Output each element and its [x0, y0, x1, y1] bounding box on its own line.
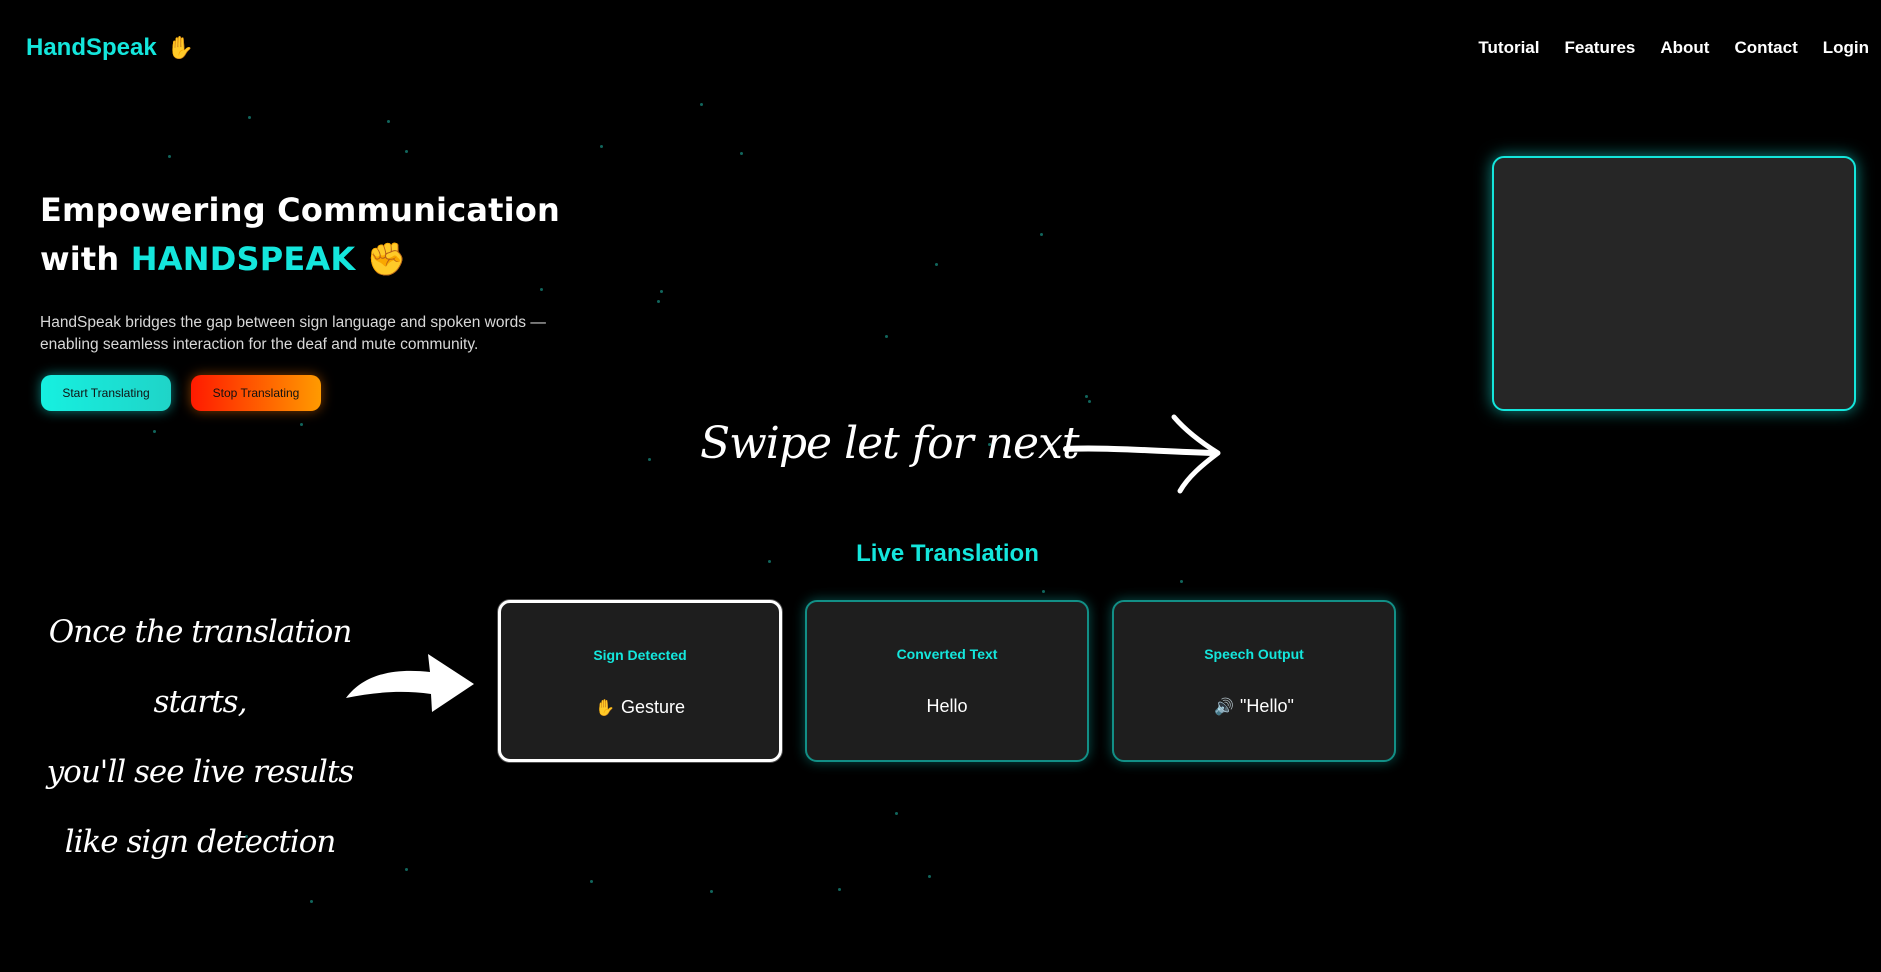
- star-dot: [1040, 233, 1043, 236]
- page: HandSpeak ✋ Tutorial Features About Cont…: [0, 0, 1881, 972]
- converted-text-card: Converted Text Hello: [805, 600, 1089, 762]
- card-value-text: "Hello": [1240, 696, 1294, 716]
- hero-title-prefix: with: [40, 240, 120, 278]
- curved-arrow-icon: [346, 654, 474, 712]
- camera-preview: [1492, 156, 1856, 411]
- results-annotation-line1: Once the translation starts,: [48, 614, 353, 720]
- sign-detected-card: Sign Detected ✋ Gesture: [498, 600, 782, 762]
- stop-translating-button[interactable]: Stop Translating: [191, 375, 321, 411]
- star-dot: [710, 890, 713, 893]
- live-translation-title: Live Translation: [856, 540, 1039, 567]
- swipe-annotation: Swipe let for next: [700, 418, 1080, 469]
- card-label: Sign Detected: [593, 647, 687, 663]
- brand-logo[interactable]: HandSpeak ✋: [26, 34, 194, 62]
- star-dot: [153, 430, 156, 433]
- star-dot: [600, 145, 603, 148]
- star-dot: [248, 116, 251, 119]
- nav-about[interactable]: About: [1660, 38, 1709, 58]
- nav-bar: Tutorial Features About Contact Login: [1478, 38, 1869, 58]
- star-dot: [838, 888, 841, 891]
- hero-description: HandSpeak bridges the gap between sign l…: [40, 312, 600, 356]
- nav-features[interactable]: Features: [1564, 38, 1635, 58]
- star-dot: [700, 103, 703, 106]
- star-dot: [405, 150, 408, 153]
- hero-title-accent: HANDSPEAK: [130, 240, 356, 278]
- star-dot: [387, 120, 390, 123]
- speaker-icon: 🔊: [1214, 698, 1235, 716]
- star-dot: [1042, 590, 1045, 593]
- star-dot: [935, 263, 938, 266]
- results-annotation-line2: you'll see live results: [46, 754, 355, 790]
- card-value-text: Hello: [926, 696, 968, 716]
- star-dot: [1180, 580, 1183, 583]
- star-dot: [740, 152, 743, 155]
- nav-tutorial[interactable]: Tutorial: [1478, 38, 1539, 58]
- nav-contact[interactable]: Contact: [1734, 38, 1797, 58]
- star-dot: [540, 288, 543, 291]
- star-dot: [310, 900, 313, 903]
- nav-login[interactable]: Login: [1823, 38, 1869, 58]
- results-annotation: Once the translation starts, you'll see …: [0, 597, 400, 877]
- fist-icon: ✊: [366, 240, 407, 278]
- star-dot: [405, 868, 408, 871]
- star-dot: [895, 812, 898, 815]
- card-value: 🔊 "Hello": [1114, 696, 1394, 717]
- hand-icon: ✋: [166, 35, 195, 60]
- results-annotation-line3: like sign detection: [64, 824, 337, 860]
- star-dot: [928, 875, 931, 878]
- star-dot: [657, 300, 660, 303]
- card-label: Speech Output: [1204, 646, 1304, 662]
- star-dot: [885, 335, 888, 338]
- card-value: ✋ Gesture: [501, 697, 779, 718]
- hero-description-line2: enabling seamless interaction for the de…: [40, 336, 479, 353]
- hero-title-line1: Empowering Communication: [40, 191, 561, 229]
- brand-name: HandSpeak: [26, 34, 157, 61]
- star-dot: [648, 458, 651, 461]
- star-dot: [660, 290, 663, 293]
- card-value: Hello: [807, 696, 1087, 717]
- speech-output-card: Speech Output 🔊 "Hello": [1112, 600, 1396, 762]
- star-dot: [1088, 400, 1091, 403]
- card-value-text: Gesture: [620, 697, 685, 717]
- star-dot: [168, 155, 171, 158]
- star-dot: [1085, 395, 1088, 398]
- star-dot: [590, 880, 593, 883]
- card-label: Converted Text: [896, 646, 998, 662]
- star-dot: [300, 423, 303, 426]
- hero-title: Empowering Communication with HANDSPEAK …: [40, 186, 560, 284]
- arrow-right-icon: [1063, 414, 1221, 494]
- hand-icon: ✋: [595, 699, 615, 717]
- hero-description-line1: HandSpeak bridges the gap between sign l…: [40, 314, 546, 331]
- start-translating-button[interactable]: Start Translating: [41, 375, 171, 411]
